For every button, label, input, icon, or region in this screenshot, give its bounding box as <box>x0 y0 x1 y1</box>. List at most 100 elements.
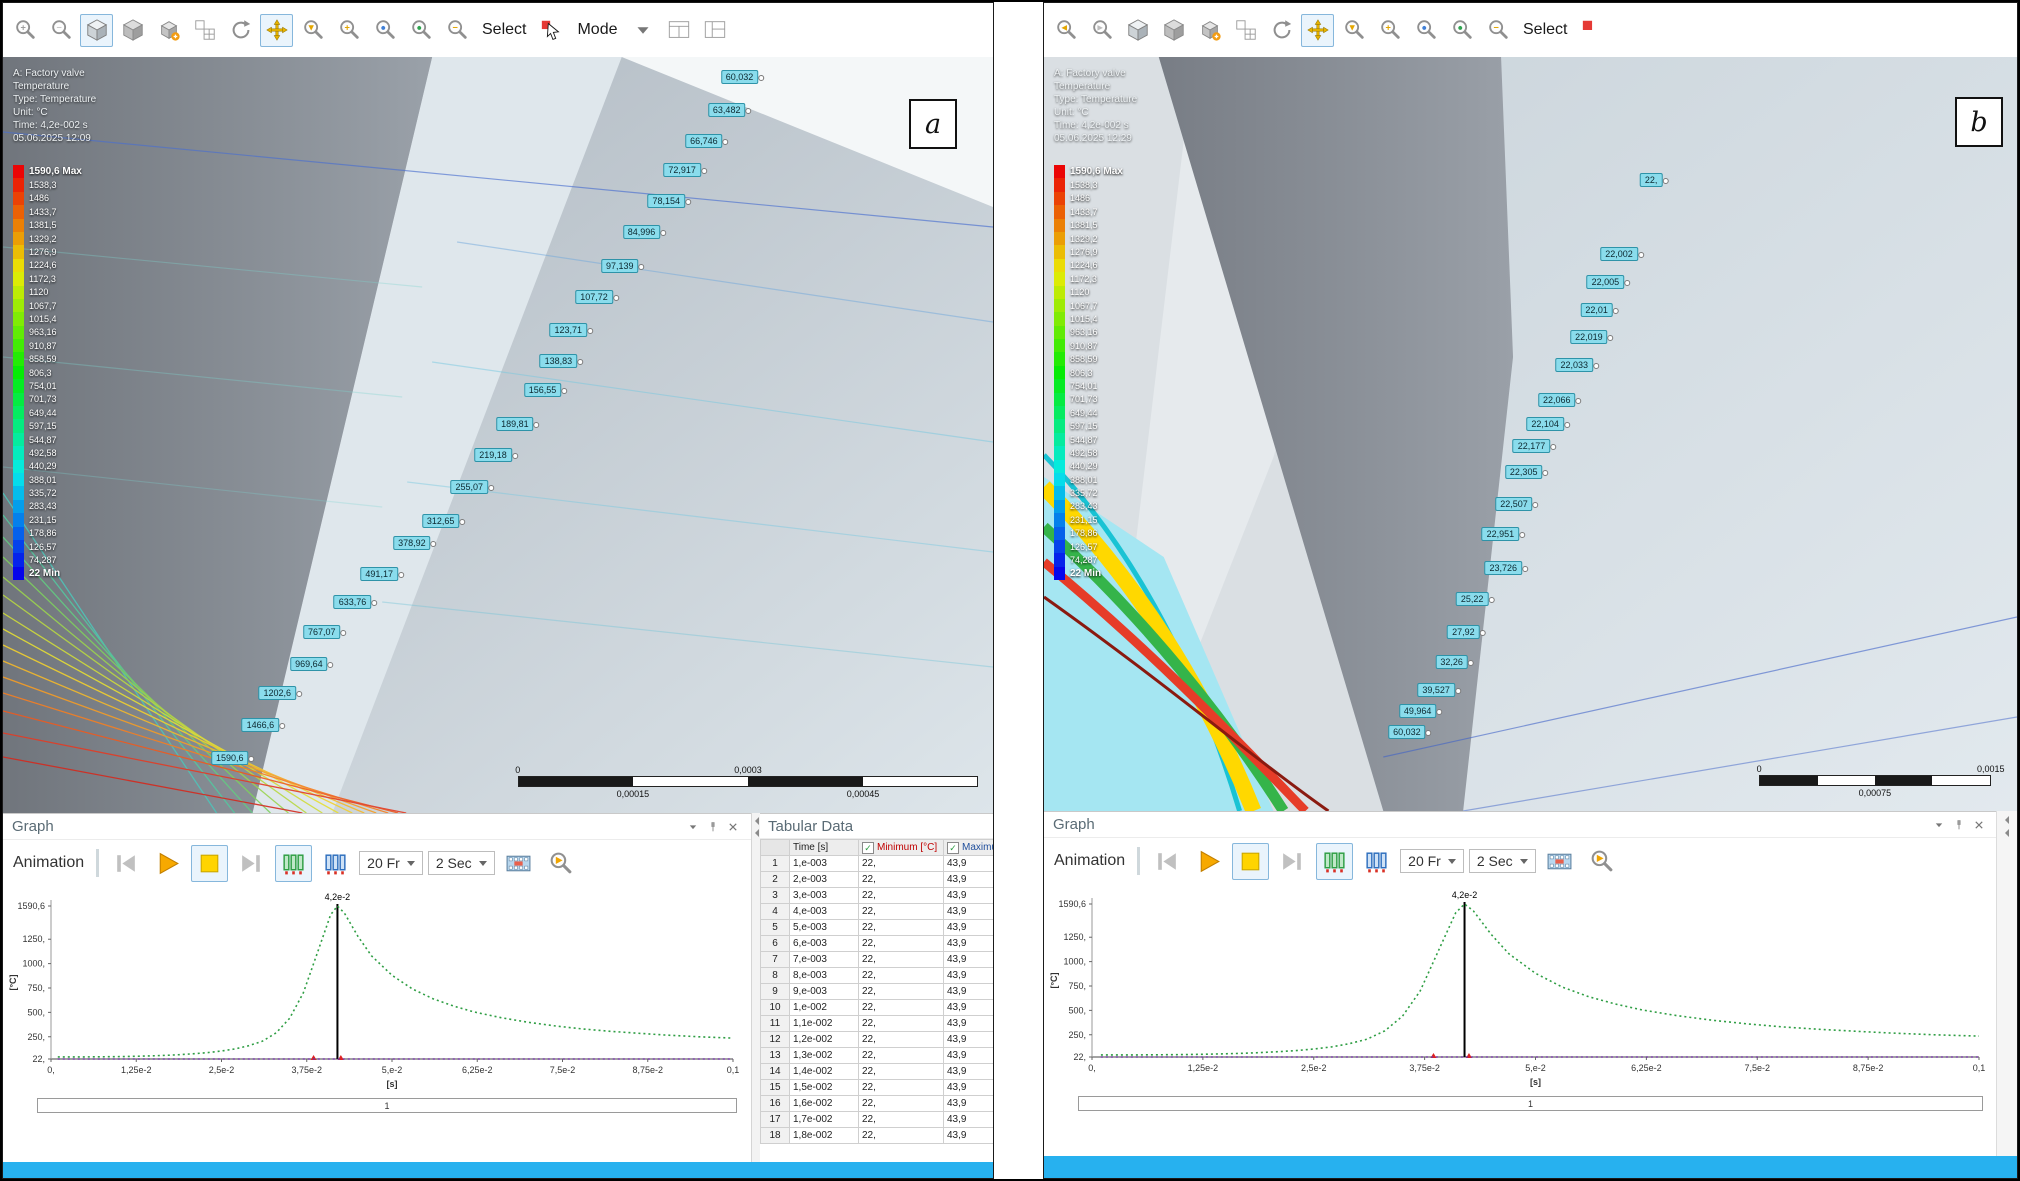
table-row[interactable]: 66,e-00322,43,9 <box>761 936 994 952</box>
window-layout-icon-2[interactable] <box>699 14 732 47</box>
column-header[interactable]: ✓Minimum [°C] <box>859 840 944 856</box>
zoom-undo-icon[interactable]: ◄ <box>1049 14 1082 47</box>
zoom-in-icon[interactable]: + <box>1373 14 1406 47</box>
stop-button[interactable] <box>191 845 228 882</box>
zoom-fit-icon[interactable]: ▼ <box>296 14 329 47</box>
copy-view-icon[interactable] <box>152 14 185 47</box>
shaded-view-icon[interactable] <box>116 14 149 47</box>
pin-panel-icon[interactable] <box>1949 815 1968 834</box>
column-header[interactable]: ✓Maximum [°C] <box>944 840 994 856</box>
duration-select[interactable]: 2 Sec <box>1469 849 1536 873</box>
zoom-fit-icon[interactable]: ▼ <box>1337 14 1370 47</box>
isometric-view-icon[interactable] <box>1121 14 1154 47</box>
temperature-time-chart[interactable]: 1590,61250,1000,750,500,250,22,0,1,25e-2… <box>5 888 747 1093</box>
table-row[interactable]: 101,e-00222,43,9 <box>761 1000 994 1016</box>
shaded-view-icon[interactable] <box>1157 14 1190 47</box>
table-row[interactable]: 131,3e-00222,43,9 <box>761 1048 994 1064</box>
temperature-probe-label[interactable]: 97,139 <box>601 259 639 273</box>
table-row[interactable]: 88,e-00322,43,9 <box>761 968 994 984</box>
graph-menu-icon[interactable] <box>683 817 702 836</box>
stop-button[interactable] <box>1232 843 1269 880</box>
temperature-probe-label[interactable]: 1202,6 <box>258 686 296 700</box>
step-back-button[interactable] <box>107 845 144 882</box>
time-distribution-icon[interactable] <box>1358 843 1395 880</box>
result-tracker-button[interactable] <box>542 845 579 882</box>
zoom-globe-icon[interactable]: ● <box>368 14 401 47</box>
zoom-in-tool-icon[interactable]: + <box>8 14 41 47</box>
table-row[interactable]: 151,5e-00222,43,9 <box>761 1080 994 1096</box>
temperature-probe-label[interactable]: 39,527 <box>1417 683 1455 697</box>
timeline-bar[interactable]: 1 <box>1078 1096 1983 1111</box>
table-row[interactable]: 22,e-00322,43,9 <box>761 872 994 888</box>
temperature-probe-label[interactable]: 255,07 <box>451 480 489 494</box>
table-row[interactable]: 141,4e-00222,43,9 <box>761 1064 994 1080</box>
temperature-probe-label[interactable]: 138,83 <box>540 354 578 368</box>
pan-icon[interactable] <box>260 14 293 47</box>
result-sets-icon[interactable] <box>275 845 312 882</box>
table-row[interactable]: 11,e-00322,43,9 <box>761 856 994 872</box>
zoom-world-icon[interactable]: ● <box>404 14 437 47</box>
temperature-probe-label[interactable]: 22,951 <box>1482 527 1520 541</box>
select-label[interactable]: Select <box>482 21 526 39</box>
step-back-button[interactable] <box>1148 843 1185 880</box>
viewport-3d-b[interactable]: A: Factory valveTemperatureType: Tempera… <box>1044 57 2017 811</box>
temperature-probe-label[interactable]: 22,019 <box>1570 330 1608 344</box>
result-sets-icon[interactable] <box>1316 843 1353 880</box>
temperature-probe-label[interactable]: 1466,6 <box>242 718 280 732</box>
viewports-layout-icon[interactable] <box>1229 14 1262 47</box>
table-row[interactable]: 171,7e-00222,43,9 <box>761 1112 994 1128</box>
temperature-probe-label[interactable]: 123,71 <box>550 323 588 337</box>
close-panel-icon[interactable] <box>723 817 742 836</box>
temperature-probe-label[interactable]: 491,17 <box>360 567 398 581</box>
viewports-layout-icon[interactable] <box>188 14 221 47</box>
play-button[interactable] <box>149 845 186 882</box>
table-row[interactable]: 44,e-00322,43,9 <box>761 904 994 920</box>
temperature-probe-label[interactable]: 22,177 <box>1513 439 1551 453</box>
temperature-probe-label[interactable]: 22,305 <box>1505 465 1543 479</box>
temperature-probe-label[interactable]: 22,033 <box>1556 358 1594 372</box>
temperature-probe-label[interactable]: 22,002 <box>1600 247 1638 261</box>
timeline-bar[interactable]: 1 <box>37 1098 737 1113</box>
table-row[interactable]: 181,8e-00222,43,9 <box>761 1128 994 1144</box>
temperature-probe-label[interactable]: 1590,6 <box>211 751 249 765</box>
temperature-probe-label[interactable]: 22,01 <box>1580 303 1613 317</box>
temperature-probe-label[interactable]: 23,726 <box>1484 561 1522 575</box>
select-cursor-icon[interactable] <box>535 14 568 47</box>
mode-dropdown-icon[interactable] <box>627 14 660 47</box>
rotate-view-icon[interactable] <box>1265 14 1298 47</box>
temperature-probe-label[interactable]: 22,507 <box>1495 497 1533 511</box>
temperature-probe-label[interactable]: 72,917 <box>663 163 701 177</box>
table-row[interactable]: 121,2e-00222,43,9 <box>761 1032 994 1048</box>
pan-icon[interactable] <box>1301 14 1334 47</box>
viewport-3d-a[interactable]: A: Factory valveTemperatureType: Tempera… <box>3 57 993 813</box>
temperature-probe-label[interactable]: 107,72 <box>575 290 613 304</box>
temperature-probe-label[interactable]: 60,032 <box>721 70 759 84</box>
temperature-probe-label[interactable]: 312,65 <box>422 514 460 528</box>
temperature-probe-label[interactable]: 378,92 <box>393 536 431 550</box>
frames-select[interactable]: 20 Fr <box>1400 849 1464 873</box>
temperature-probe-label[interactable]: 633,76 <box>334 595 372 609</box>
zoom-redo-icon[interactable]: ► <box>1085 14 1118 47</box>
temperature-probe-label[interactable]: 78,154 <box>648 194 686 208</box>
duration-select[interactable]: 2 Sec <box>428 851 495 875</box>
zoom-globe-icon[interactable]: ● <box>1409 14 1442 47</box>
check-icon[interactable]: ✓ <box>947 842 959 854</box>
temperature-probe-label[interactable]: 63,482 <box>708 103 746 117</box>
window-layout-icon[interactable] <box>663 14 696 47</box>
check-icon[interactable]: ✓ <box>862 842 874 854</box>
table-row[interactable]: 161,6e-00222,43,9 <box>761 1096 994 1112</box>
collapse-strip[interactable] <box>1996 811 2017 1156</box>
zoom-box-icon[interactable]: + <box>332 14 365 47</box>
graph-menu-icon[interactable] <box>1929 815 1948 834</box>
temperature-probe-label[interactable]: 60,032 <box>1388 725 1426 739</box>
export-video-button[interactable] <box>1541 843 1578 880</box>
zoom-world-icon[interactable]: ● <box>1445 14 1478 47</box>
close-panel-icon[interactable] <box>1969 815 1988 834</box>
table-row[interactable]: 111,1e-00222,43,9 <box>761 1016 994 1032</box>
temperature-probe-label[interactable]: 22,104 <box>1526 417 1564 431</box>
select-label[interactable]: Select <box>1523 21 1567 39</box>
temperature-probe-label[interactable]: 25,22 <box>1456 592 1489 606</box>
mode-label[interactable]: Mode <box>577 21 617 39</box>
zoom-out-icon[interactable]: − <box>1481 14 1514 47</box>
tabular-data-table[interactable]: Time [s]✓Minimum [°C]✓Maximum [°C] 11,e-… <box>760 839 993 1144</box>
